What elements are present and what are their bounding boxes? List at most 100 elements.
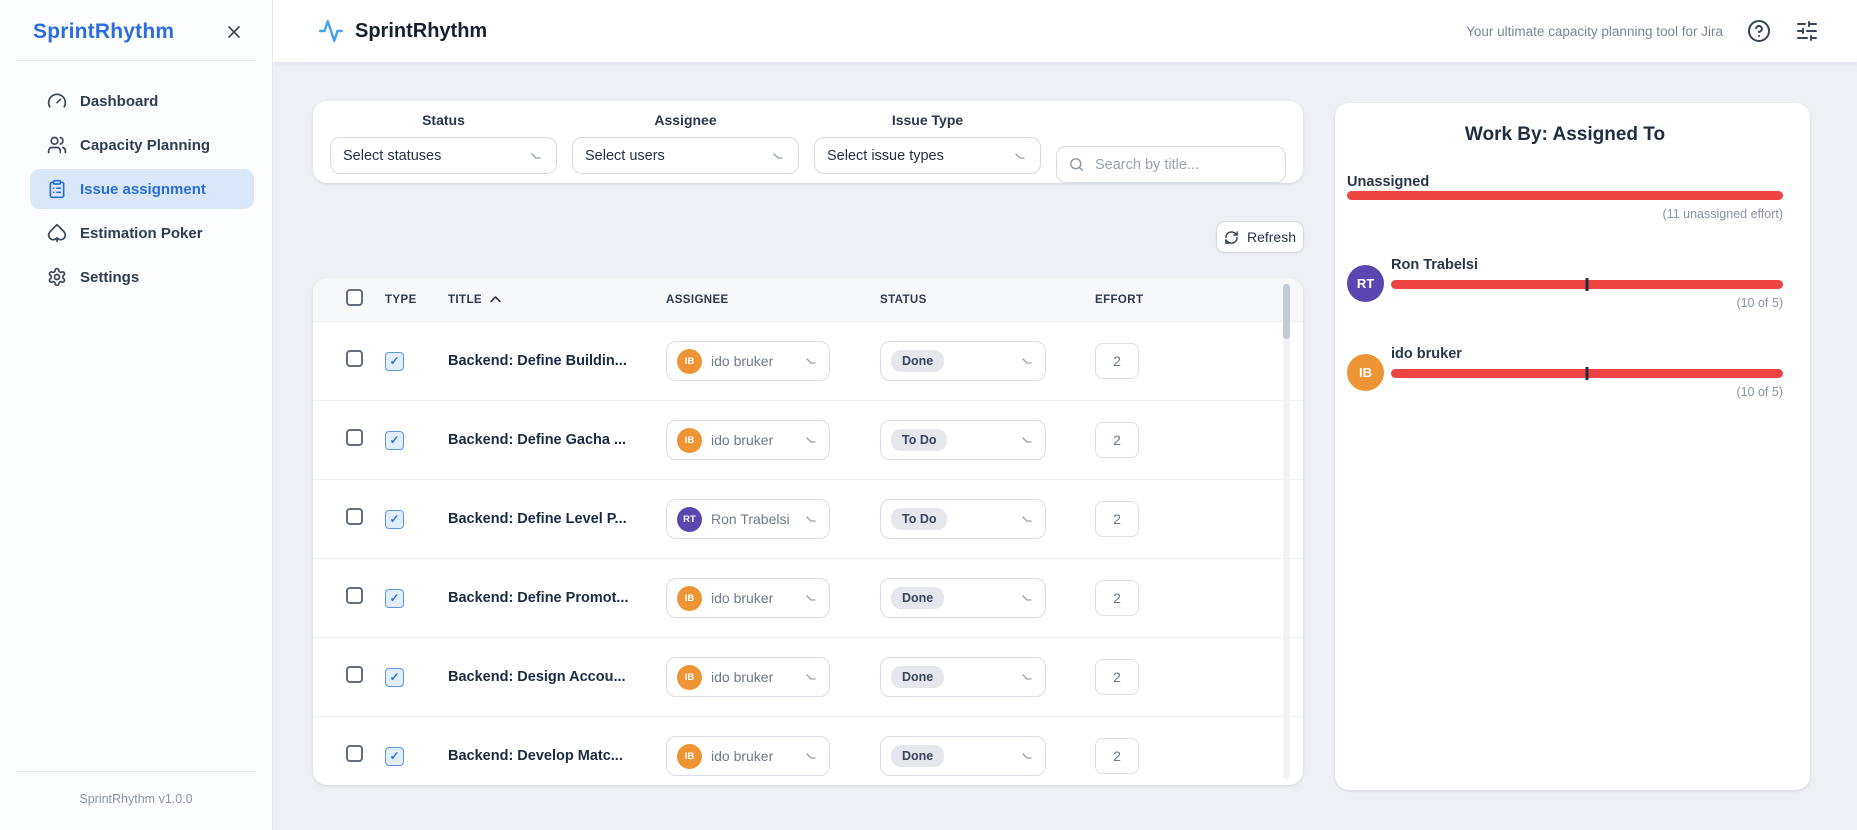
avatar: IB: [677, 348, 702, 374]
chevron-down-icon: [1019, 669, 1035, 685]
avatar: RT: [677, 506, 702, 532]
status-filter-select[interactable]: Select statuses: [330, 137, 557, 174]
avatar: IB: [677, 664, 702, 690]
status-filter-label: Status: [422, 112, 465, 128]
sidebar-item-label: Capacity Planning: [80, 136, 211, 154]
effort-input[interactable]: [1095, 580, 1139, 616]
issues-table-card: TYPE TITLE ASSIGNEE STATUS EFFORT ✓ Back…: [313, 278, 1303, 785]
work-by-panel: Work By: Assigned To Unassigned (11 unas…: [1335, 103, 1810, 790]
checked-task-icon: ✓: [385, 588, 404, 608]
help-circle-icon[interactable]: [1747, 19, 1771, 43]
issue-title: Backend: Define Gacha ...: [448, 432, 627, 448]
column-header-effort: EFFORT: [1095, 293, 1144, 306]
chevron-down-icon: [803, 511, 819, 527]
assignee-filter-select[interactable]: Select users: [572, 137, 799, 174]
chevron-down-icon: [1019, 353, 1035, 369]
chevron-down-icon: [770, 148, 786, 164]
spade-icon: [47, 223, 67, 243]
scrollbar-thumb[interactable]: [1283, 284, 1290, 339]
assignee-select[interactable]: IB ido bruker: [666, 736, 830, 776]
workload-bar: [1347, 191, 1783, 200]
table-row: ✓ Backend: Define Gacha ... IB ido bruke…: [313, 401, 1303, 480]
filters-card: Status Select statuses Assignee Select u…: [313, 101, 1303, 183]
workload-entry: IB ido bruker (10 of 5): [1347, 346, 1783, 399]
sliders-icon[interactable]: [1795, 19, 1819, 43]
sidebar-item-estimation-poker[interactable]: Estimation Poker: [30, 213, 254, 253]
capacity-tick: [1585, 367, 1589, 380]
column-header-title[interactable]: TITLE: [448, 294, 482, 306]
checked-task-icon: ✓: [385, 430, 404, 450]
app-title: SprintRhythm: [355, 19, 488, 42]
status-select[interactable]: To Do: [880, 420, 1046, 460]
assignee-select[interactable]: IB ido bruker: [666, 657, 830, 697]
assignee-select[interactable]: IB ido bruker: [666, 578, 830, 618]
row-checkbox[interactable]: [346, 666, 363, 683]
column-header-assignee: ASSIGNEE: [666, 293, 729, 306]
avatar: RT: [1347, 265, 1384, 302]
status-select[interactable]: Done: [880, 578, 1046, 618]
workload-bar: [1391, 278, 1783, 291]
activity-pulse-icon: [318, 20, 344, 42]
sidebar-nav: Dashboard Capacity Planning Issue assign…: [0, 81, 272, 297]
close-icon[interactable]: [224, 22, 244, 42]
sidebar-item-dashboard[interactable]: Dashboard: [30, 81, 254, 121]
sidebar-item-issue-assignment[interactable]: Issue assignment: [30, 169, 254, 209]
sidebar-item-label: Dashboard: [80, 92, 159, 110]
status-select[interactable]: Done: [880, 341, 1046, 381]
row-checkbox[interactable]: [346, 429, 363, 446]
sidebar-item-label: Settings: [80, 268, 140, 286]
status-badge: Done: [891, 666, 945, 688]
select-all-checkbox[interactable]: [346, 288, 363, 306]
search-icon: [1068, 156, 1085, 173]
sidebar-app-title: SprintRhythm: [33, 20, 175, 43]
gear-icon: [48, 267, 66, 287]
effort-input[interactable]: [1095, 738, 1139, 774]
assignee-select[interactable]: IB ido bruker: [666, 420, 830, 460]
effort-input[interactable]: [1095, 343, 1139, 379]
workload-caption: (10 of 5): [1736, 385, 1783, 399]
sidebar-item-settings[interactable]: Settings: [30, 257, 254, 297]
app-tagline: Your ultimate capacity planning tool for…: [1466, 23, 1723, 39]
avatar: IB: [677, 743, 702, 769]
status-select[interactable]: Done: [880, 657, 1046, 697]
chevron-down-icon: [528, 148, 544, 164]
row-checkbox[interactable]: [346, 350, 363, 367]
table-row: ✓ Backend: Define Level P... RT Ron Trab…: [313, 480, 1303, 559]
effort-input[interactable]: [1095, 659, 1139, 695]
gauge-icon: [47, 93, 67, 108]
effort-input[interactable]: [1095, 422, 1139, 458]
sprintrhythm-app: SprintRhythm Dashboard Capacity Planning…: [0, 0, 1857, 830]
status-select[interactable]: To Do: [880, 499, 1046, 539]
issue-type-filter-label: Issue Type: [891, 112, 964, 128]
avatar: IB: [1347, 354, 1384, 391]
table-scrollbar: [1283, 283, 1290, 780]
table-row: ✓ Backend: Design Accou... IB ido bruker…: [313, 638, 1303, 717]
row-checkbox[interactable]: [346, 587, 363, 604]
status-select[interactable]: Done: [880, 736, 1046, 776]
chevron-down-icon: [803, 590, 819, 606]
effort-input[interactable]: [1095, 501, 1139, 537]
issue-title: Backend: Define Buildin...: [448, 353, 627, 369]
chevron-down-icon: [803, 432, 819, 448]
table-header: TYPE TITLE ASSIGNEE STATUS EFFORT: [313, 278, 1303, 322]
avatar: IB: [677, 427, 702, 453]
checked-task-icon: ✓: [385, 351, 404, 371]
assignee-select[interactable]: RT Ron Trabelsi: [666, 499, 830, 539]
row-checkbox[interactable]: [346, 508, 363, 525]
chevron-up-icon[interactable]: [488, 292, 503, 307]
workload-name: Unassigned: [1347, 174, 1430, 190]
issue-type-filter-select[interactable]: Select issue types: [814, 137, 1041, 174]
row-checkbox[interactable]: [346, 745, 363, 762]
chevron-down-icon: [1019, 511, 1035, 527]
status-badge: Done: [891, 587, 945, 609]
workload-entry-unassigned: Unassigned (11 unassigned effort): [1347, 173, 1783, 221]
clipboard-list-icon: [49, 179, 65, 199]
search-input[interactable]: [1056, 146, 1286, 183]
assignee-filter-label: Assignee: [654, 112, 717, 128]
refresh-button[interactable]: Refresh: [1216, 221, 1304, 253]
table-row: ✓ Backend: Define Promot... IB ido bruke…: [313, 559, 1303, 638]
divider: [16, 60, 256, 61]
assignee-select[interactable]: IB ido bruker: [666, 341, 830, 381]
status-badge: Done: [891, 745, 945, 767]
sidebar-item-capacity-planning[interactable]: Capacity Planning: [30, 125, 254, 165]
